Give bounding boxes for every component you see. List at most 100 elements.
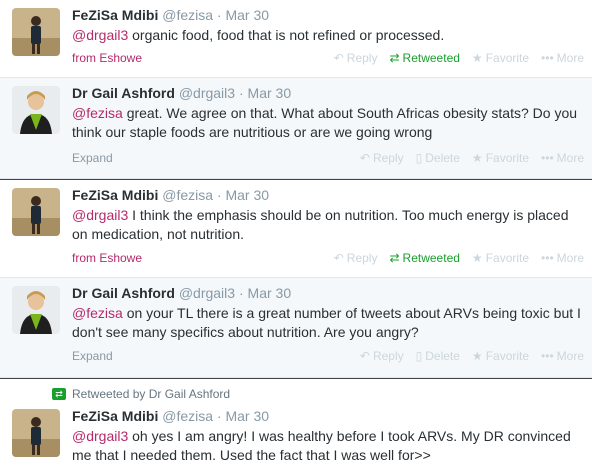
delete-action[interactable]: ▯ Delete xyxy=(416,348,460,364)
separator-dot: · xyxy=(216,187,222,203)
handle[interactable]: @fezisa xyxy=(162,7,213,23)
retweet-action[interactable]: ⇄ Retweeted xyxy=(389,250,459,266)
source-link[interactable]: from Eshowe xyxy=(72,50,142,66)
more-icon: ••• xyxy=(541,349,554,363)
timestamp[interactable]: Mar 30 xyxy=(225,7,269,23)
delete-action[interactable]: ▯ Delete xyxy=(416,150,460,166)
favorite-action[interactable]: ★ Favorite xyxy=(472,50,529,66)
reply-icon: ↶ xyxy=(359,151,370,165)
tweet-body: great. We agree on that. What about Sout… xyxy=(72,105,578,140)
more-action[interactable]: ••• More xyxy=(541,250,584,266)
timestamp[interactable]: Mar 30 xyxy=(248,85,292,101)
source-link[interactable]: from Eshowe xyxy=(72,250,142,266)
avatar-fezisa[interactable] xyxy=(12,8,60,56)
more-label: More xyxy=(556,151,584,165)
more-icon: ••• xyxy=(541,251,554,265)
tweet-text: @drgail3 oh yes I am angry! I was health… xyxy=(72,427,582,465)
retweet-action[interactable]: ⇄ Retweeted xyxy=(389,50,459,66)
tweet[interactable]: ⇄ Retweeted by Dr Gail Ashford FeZiSa Md… xyxy=(0,378,592,467)
separator-dot: · xyxy=(238,85,244,101)
avatar-drgail3[interactable] xyxy=(12,86,60,134)
retweet-label: Retweeted xyxy=(402,251,460,265)
separator-dot: · xyxy=(216,408,222,424)
tweet[interactable]: FeZiSa Mdibi @fezisa · Mar 30 @drgail3 o… xyxy=(0,0,592,78)
more-label: More xyxy=(556,349,584,363)
retweet-icon: ⇄ xyxy=(389,51,400,65)
avatar-fezisa[interactable] xyxy=(12,409,60,457)
mention-link[interactable]: @fezisa xyxy=(72,105,123,121)
more-label: More xyxy=(556,51,584,65)
fullname[interactable]: Dr Gail Ashford xyxy=(72,85,175,101)
tweet[interactable]: Dr Gail Ashford @drgail3 · Mar 30 @fezis… xyxy=(0,278,592,378)
star-icon: ★ xyxy=(471,151,483,165)
retweet-context-label[interactable]: Retweeted by Dr Gail Ashford xyxy=(72,387,230,401)
more-action[interactable]: ••• More xyxy=(541,50,584,66)
tweet-content: FeZiSa Mdibi @fezisa · Mar 30 @drgail3 o… xyxy=(72,407,582,465)
reply-label: Reply xyxy=(346,51,378,65)
tweet-actions: ↶ Reply ▯ Delete ★ Favorite ••• More xyxy=(360,348,584,364)
reply-label: Reply xyxy=(346,251,378,265)
timestamp[interactable]: Mar 30 xyxy=(248,285,292,301)
reply-action[interactable]: ↶ Reply xyxy=(334,50,378,66)
more-label: More xyxy=(556,251,584,265)
more-action[interactable]: ••• More xyxy=(541,348,584,364)
mention-link[interactable]: @drgail3 xyxy=(72,27,128,43)
tweet-body: I think the emphasis should be on nutrit… xyxy=(72,207,569,242)
delete-label: Delete xyxy=(425,151,460,165)
tweet-text: @fezisa on your TL there is a great numb… xyxy=(72,304,582,342)
tweet-header: FeZiSa Mdibi @fezisa · Mar 30 xyxy=(72,407,582,425)
fullname[interactable]: FeZiSa Mdibi xyxy=(72,7,158,23)
tweet-content: Dr Gail Ashford @drgail3 · Mar 30 @fezis… xyxy=(72,84,582,142)
tweet-header: Dr Gail Ashford @drgail3 · Mar 30 xyxy=(72,84,582,102)
reply-action[interactable]: ↶ Reply xyxy=(334,250,378,266)
reply-action[interactable]: ↶ Reply xyxy=(360,150,404,166)
trash-icon: ▯ xyxy=(415,349,423,363)
expand-link[interactable]: Expand xyxy=(72,348,113,364)
mention-link[interactable]: @fezisa xyxy=(72,305,123,321)
handle[interactable]: @fezisa xyxy=(162,187,213,203)
tweet-header: FeZiSa Mdibi @fezisa · Mar 30 xyxy=(72,6,582,24)
favorite-label: Favorite xyxy=(485,151,530,165)
timestamp[interactable]: Mar 30 xyxy=(225,187,269,203)
tweet-header: FeZiSa Mdibi @fezisa · Mar 30 xyxy=(72,186,582,204)
more-action[interactable]: ••• More xyxy=(541,150,584,166)
mention-link[interactable]: @drgail3 xyxy=(72,428,128,444)
reply-icon: ↶ xyxy=(359,349,370,363)
reply-action[interactable]: ↶ Reply xyxy=(360,348,404,364)
tweet-header: Dr Gail Ashford @drgail3 · Mar 30 xyxy=(72,284,582,302)
tweet-actions: ↶ Reply ⇄ Retweeted ★ Favorite ••• More xyxy=(334,250,584,266)
tweet-text: @drgail3 organic food, food that is not … xyxy=(72,26,582,45)
tweet-content: Dr Gail Ashford @drgail3 · Mar 30 @fezis… xyxy=(72,284,582,342)
tweet[interactable]: FeZiSa Mdibi @fezisa · Mar 30 @drgail3 I… xyxy=(0,179,592,278)
expand-link[interactable]: Expand xyxy=(72,150,113,166)
star-icon: ★ xyxy=(471,51,483,65)
timestamp[interactable]: Mar 30 xyxy=(225,408,269,424)
tweet-body: organic food, food that is not refined o… xyxy=(132,27,445,43)
handle[interactable]: @drgail3 xyxy=(179,85,235,101)
fullname[interactable]: FeZiSa Mdibi xyxy=(72,408,158,424)
tweet-body: on your TL there is a great number of tw… xyxy=(72,305,581,340)
avatar-drgail3[interactable] xyxy=(12,286,60,334)
separator-dot: · xyxy=(238,285,244,301)
reply-icon: ↶ xyxy=(333,251,344,265)
reply-label: Reply xyxy=(372,349,404,363)
retweet-label: Retweeted xyxy=(402,51,460,65)
favorite-action[interactable]: ★ Favorite xyxy=(472,250,529,266)
tweet-actions: ↶ Reply ▯ Delete ★ Favorite ••• More xyxy=(360,150,584,166)
timeline: FeZiSa Mdibi @fezisa · Mar 30 @drgail3 o… xyxy=(0,0,592,467)
mention-link[interactable]: @drgail3 xyxy=(72,207,128,223)
fullname[interactable]: Dr Gail Ashford xyxy=(72,285,175,301)
star-icon: ★ xyxy=(471,251,483,265)
favorite-action[interactable]: ★ Favorite xyxy=(472,348,529,364)
tweet[interactable]: Dr Gail Ashford @drgail3 · Mar 30 @fezis… xyxy=(0,78,592,179)
favorite-action[interactable]: ★ Favorite xyxy=(472,150,529,166)
separator-dot: · xyxy=(216,7,222,23)
trash-icon: ▯ xyxy=(415,151,423,165)
avatar-fezisa[interactable] xyxy=(12,188,60,236)
tweet-actions: ↶ Reply ⇄ Retweeted ★ Favorite ••• More xyxy=(334,50,584,66)
reply-label: Reply xyxy=(372,151,404,165)
retweet-context: ⇄ Retweeted by Dr Gail Ashford xyxy=(52,387,230,401)
fullname[interactable]: FeZiSa Mdibi xyxy=(72,187,158,203)
handle[interactable]: @drgail3 xyxy=(179,285,235,301)
handle[interactable]: @fezisa xyxy=(162,408,213,424)
